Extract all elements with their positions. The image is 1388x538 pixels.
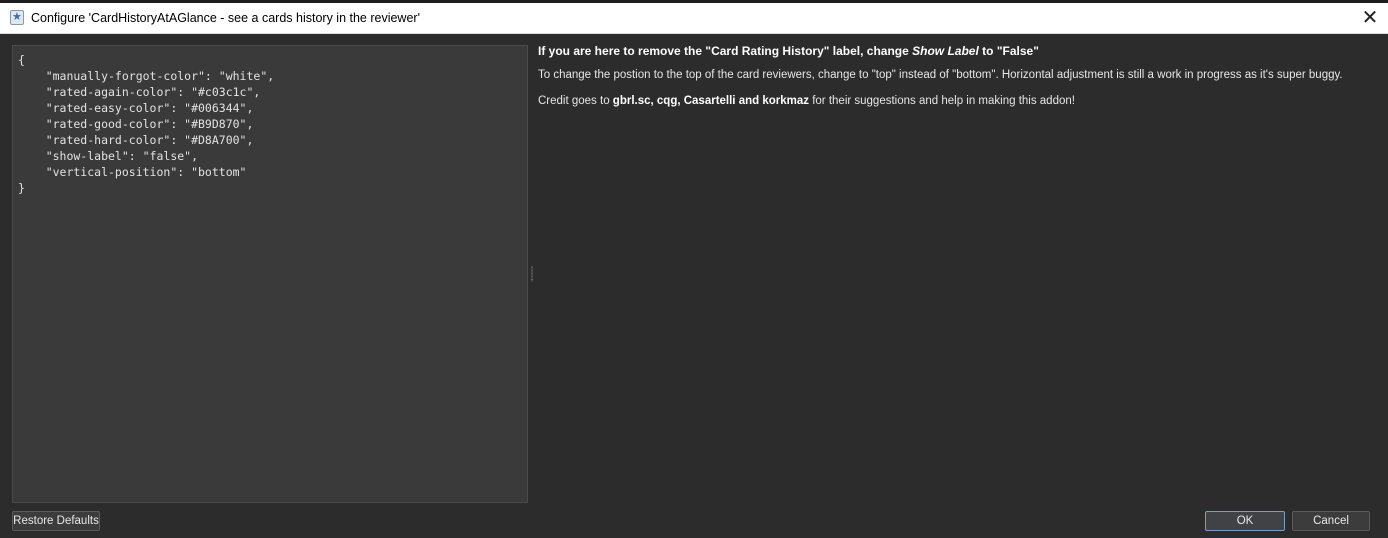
code-line: {	[18, 53, 25, 67]
cancel-button[interactable]: Cancel	[1292, 511, 1370, 531]
help-paragraph-position: To change the postion to the top of the …	[538, 69, 1343, 81]
json-config-editor[interactable]: { "manually-forgot-color": "white", "rat…	[12, 45, 528, 503]
close-icon[interactable]: ✕	[1352, 3, 1388, 33]
credit-text-end: for their suggestions and help in making…	[809, 95, 1075, 107]
help-heading-emphasis: Show Label	[912, 44, 979, 58]
code-line: "rated-good-color": "#B9D870",	[18, 117, 254, 131]
window-title: Configure 'CardHistoryAtAGlance - see a …	[31, 11, 420, 25]
restore-defaults-button[interactable]: Restore Defaults	[12, 511, 100, 531]
help-heading-text-end: to "False"	[978, 44, 1039, 58]
pane-splitter-handle[interactable]	[529, 45, 535, 503]
code-line: "show-label": "false",	[18, 149, 199, 163]
json-code: { "manually-forgot-color": "white", "rat…	[18, 52, 274, 196]
code-line: "rated-hard-color": "#D8A700",	[18, 133, 254, 147]
config-dialog: ★ Configure 'CardHistoryAtAGlance - see …	[0, 0, 1388, 538]
credit-text: Credit goes to	[538, 95, 613, 107]
code-line: "rated-again-color": "#c03c1c",	[18, 85, 261, 99]
help-heading-text: If you are here to remove the "Card Rati…	[538, 44, 913, 58]
help-heading: If you are here to remove the "Card Rati…	[538, 44, 1378, 58]
code-line: "vertical-position": "bottom"	[18, 165, 247, 179]
anki-star-icon: ★	[10, 10, 24, 25]
splitter-grip-icon	[531, 266, 533, 282]
help-paragraph-credits: Credit goes to gbrl.sc, cqg, Casartelli …	[538, 94, 1378, 108]
code-line: }	[18, 181, 25, 195]
help-panel: If you are here to remove the "Card Rati…	[538, 44, 1378, 120]
code-line: "manually-forgot-color": "white",	[18, 69, 275, 83]
title-bar: ★ Configure 'CardHistoryAtAGlance - see …	[0, 3, 1388, 34]
ok-button[interactable]: OK	[1205, 511, 1285, 531]
credit-names: gbrl.sc, cqg, Casartelli and korkmaz	[612, 95, 810, 107]
code-line: "rated-easy-color": "#006344",	[18, 101, 254, 115]
